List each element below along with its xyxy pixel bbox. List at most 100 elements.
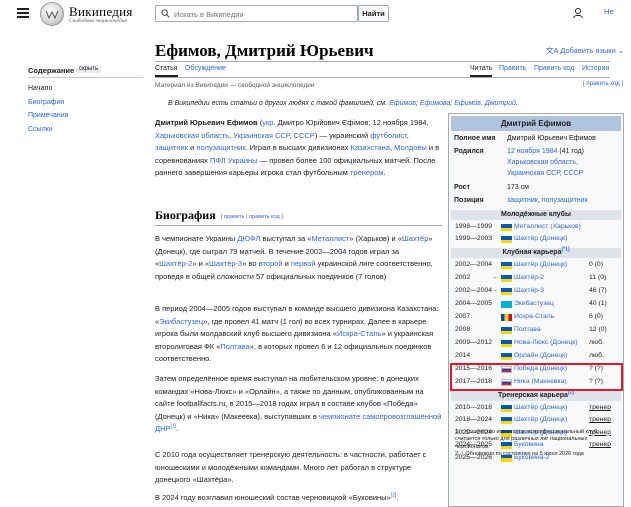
bio-text: » и « xyxy=(192,259,210,269)
wikipedia-logo[interactable] xyxy=(40,2,64,26)
link-kharkiv-oblast[interactable]: Харьковская область xyxy=(155,131,229,140)
infobox-section-coaching: Тренерская карьера[2] xyxy=(451,390,621,401)
link-poltava[interactable]: Полтава xyxy=(220,342,249,351)
row-club-link[interactable]: Шахтёр (Донецк) xyxy=(514,414,567,426)
row-club-link[interactable]: Нова-Люкс (Донецк) xyxy=(514,337,578,349)
link-second-league[interactable]: второй xyxy=(259,259,283,268)
career-club-row: 2004—2005 Экибастузец 40 (1) xyxy=(451,298,621,310)
section-divider xyxy=(155,225,442,226)
link-metalist[interactable]: Металлист xyxy=(311,234,349,243)
hatnote-separator: ; xyxy=(450,100,453,107)
link-iskra-stal[interactable]: Искра-Сталь xyxy=(337,329,381,338)
tab-article[interactable]: Статья xyxy=(155,65,178,72)
intro-text: . xyxy=(383,168,386,178)
link-dyufl[interactable]: ДЮФЛ xyxy=(237,234,260,243)
tab-edit-source[interactable]: Править код xyxy=(534,65,574,72)
link-ussr[interactable]: СССР xyxy=(294,131,315,140)
link-shakhtar[interactable]: Шахтёр xyxy=(402,234,429,243)
career-note-ref[interactable]: [*1] xyxy=(561,247,569,253)
section-edit-link[interactable]: править xyxy=(224,214,244,220)
born-place-link-1[interactable]: Харьковская область, xyxy=(507,159,578,166)
hatnote-link-efimov[interactable]: Ефимов xyxy=(389,100,416,107)
born-date-link[interactable]: 12 ноября 1984 xyxy=(507,148,557,155)
flag-ua-icon xyxy=(501,417,512,425)
bracket: ] xyxy=(281,214,283,220)
section-career-label: Клубная карьера xyxy=(502,249,562,256)
link-ekibastuzets[interactable]: Экибастузец xyxy=(159,317,203,326)
search-input[interactable] xyxy=(174,8,354,20)
row-club-link[interactable]: Ника (Макеевка) xyxy=(514,376,567,388)
toc-hide-button[interactable]: скрыть xyxy=(76,65,102,73)
flag-kz-icon xyxy=(501,301,512,308)
search-button[interactable]: Найти xyxy=(358,5,389,22)
row-club-link[interactable]: Металлист (Харьков) xyxy=(514,221,581,233)
position-link-defender[interactable]: защитник xyxy=(507,197,538,204)
infobox-born-place-1: Харьковская область, xyxy=(507,158,578,169)
row-club-link[interactable]: Шахтёр (Донецк) xyxy=(514,233,567,245)
link-shakhtar-3[interactable]: Шахтёр-3 xyxy=(209,259,242,268)
site-subtitle: Материал из Википедии — свободной энцикл… xyxy=(155,82,315,89)
link-defender[interactable]: защитник xyxy=(155,143,188,152)
row-club-link[interactable]: Шахтёр (Донецк) xyxy=(514,402,567,414)
link-ukrainian-ssr[interactable]: Украинская ССР xyxy=(233,131,289,140)
bio-text: выступал за « xyxy=(260,234,312,243)
tab-read[interactable]: Читать xyxy=(470,65,492,72)
link-coach[interactable]: тренером xyxy=(350,168,384,177)
link-shakhtar-2[interactable]: Шахтёр-2 xyxy=(159,259,192,268)
link-midfielder[interactable]: полузащитник xyxy=(196,143,245,152)
career-club-row: 2002—2004 Шахтёр (Донецк) 0 (0) xyxy=(451,259,621,271)
edit-source-link[interactable]: [ править код ] xyxy=(583,81,623,87)
flag-ua-icon xyxy=(501,288,512,295)
row-club-link[interactable]: Полтава xyxy=(514,324,541,336)
wikipedia-tagline: Свободная энциклопедия xyxy=(69,18,127,24)
row-club-link[interactable]: Орлайн (Донецк) xyxy=(514,350,567,362)
row-club-link[interactable]: Экибастузец xyxy=(514,298,554,310)
tab-edit[interactable]: Править xyxy=(499,65,526,72)
language-icon: 文A xyxy=(546,46,559,55)
career-club-row: 2008 Полтава 12 (0) xyxy=(451,324,621,336)
hatnote-link-efimova[interactable]: Ефимова xyxy=(420,100,451,107)
position-link-midfielder[interactable]: полузащитник xyxy=(542,197,588,204)
hatnote-link-efimov-dmitry[interactable]: Ефимов, Дмитрий xyxy=(454,100,516,107)
add-languages-button[interactable]: 文A Добавить языки ⌄ xyxy=(546,45,624,56)
user-icon[interactable] xyxy=(572,7,584,19)
row-club-link[interactable]: Победа (Донецк) xyxy=(514,363,567,375)
row-club-link[interactable]: Шахтёр-2 xyxy=(514,272,544,284)
search-box[interactable] xyxy=(155,5,358,22)
toc-item-top[interactable]: Начало xyxy=(28,85,52,92)
link-first-league[interactable]: первой xyxy=(291,259,316,268)
infobox-label-position: Позиция xyxy=(454,197,484,204)
toc-item-links[interactable]: Ссылки xyxy=(28,126,53,133)
user-menu-link[interactable]: Не xyxy=(604,7,614,16)
tabs-divider xyxy=(155,77,610,78)
born-age: (41 год) xyxy=(557,148,584,155)
link-moldova[interactable]: Молдовы xyxy=(394,143,427,152)
main-menu-icon[interactable] xyxy=(17,8,29,18)
link-kazakhstan[interactable]: Казахстана xyxy=(351,143,390,152)
career-club-row: 2002 → Шахтёр-2 11 (0) xyxy=(451,272,621,284)
infobox-notes: 1. ↑ Количество игр и голов за профессио… xyxy=(455,429,620,458)
row-club-link[interactable]: Искра-Сталь xyxy=(514,311,554,323)
toc-item-notes[interactable]: Примечания xyxy=(28,112,68,119)
infobox-label-full-name: Полное имя xyxy=(454,135,496,142)
link-ukr[interactable]: укр. xyxy=(262,118,275,127)
row-years: 2014 xyxy=(455,352,471,359)
row-club-link[interactable]: Шахтёр-3 xyxy=(514,285,544,297)
row-years: 2018—2024 xyxy=(455,416,493,424)
link-footballer[interactable]: футболист xyxy=(370,131,407,140)
link-pfl-ukraine[interactable]: ПФЛ Украины xyxy=(210,156,258,165)
row-club-link[interactable]: Шахтёр (Донецк) xyxy=(514,259,567,271)
tab-talk[interactable]: Обсуждение xyxy=(185,65,226,72)
coaching-note-ref[interactable]: [2] xyxy=(568,390,574,396)
row-games-goals: люб. xyxy=(589,352,604,359)
row-years: 2017—2018 xyxy=(455,378,493,385)
tab-history[interactable]: История xyxy=(582,65,609,72)
toc-item-biography[interactable]: Биография xyxy=(28,99,64,106)
row-years: 2004—2005 xyxy=(455,300,493,307)
bracket: [ xyxy=(221,214,223,220)
section-edit-source-link[interactable]: править код xyxy=(249,214,280,220)
section-heading-biography: Биография xyxy=(155,208,216,222)
born-place-link-2[interactable]: Украинская ССР, СССР xyxy=(507,170,583,177)
hatnote-end: . xyxy=(515,100,518,107)
infobox-position: защитник, полузащитник xyxy=(507,196,588,207)
